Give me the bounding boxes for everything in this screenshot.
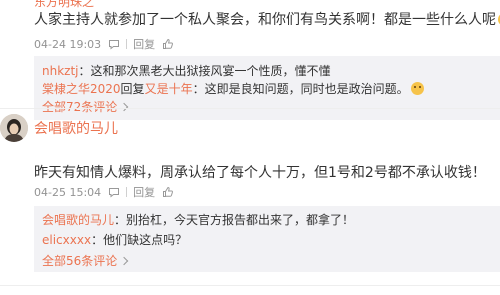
reply-1-1: nhkztj：这和那次黑老大出狱接风宴一个性质，懂不懂 <box>42 63 331 79</box>
chevron-right-icon <box>120 256 129 265</box>
reply-author[interactable]: 会唱歌的马儿 <box>42 213 114 227</box>
comment-1-body: 人家主持人就参加了一个私人聚会，和你们有鸟关系啊！都是一些什么人呢 <box>34 12 496 28</box>
avatar-image <box>0 114 28 142</box>
reply-2-1: 会唱歌的马儿：别抬杠，今天官方报告都出来了，都拿了！ <box>42 212 354 228</box>
comment-divider <box>0 108 500 109</box>
comment-1-author[interactable]: 东方明珠之 <box>34 0 94 10</box>
comment-1-reply-button[interactable]: 回复 <box>133 36 155 52</box>
comment-2-meta: 04-25 15:04 回复 <box>34 184 174 200</box>
smile-emoji-icon <box>410 82 424 95</box>
meta-separator <box>126 39 128 49</box>
comment-1-time: 04-24 19:03 <box>34 37 102 51</box>
reply-text: 这即是良知问题，同时也是政治问题。 <box>204 82 409 96</box>
reply-author[interactable]: elicxxxx <box>42 233 91 247</box>
reply-separator: ： <box>114 213 127 227</box>
comment-2-more-replies[interactable]: 全部56条评论 <box>42 252 129 269</box>
reply-separator: ： <box>91 233 104 247</box>
reply-2-2: elicxxxx：他们缺这点吗？ <box>42 232 187 248</box>
thumbs-up-icon[interactable] <box>162 186 174 198</box>
speech-bubble-icon[interactable] <box>108 186 120 198</box>
reply-word: 回复 <box>120 82 145 96</box>
comment-2-text: 昨天有知情人爆料，周承认给了每个人十万，但1号和2号都不承认收钱！ <box>34 165 486 181</box>
comment-1-more-replies[interactable]: 全部72条评论 <box>42 98 129 115</box>
reply-author[interactable]: 棠棣之华2020 <box>42 82 121 96</box>
reply-1-2: 棠棣之华2020回复又是十年：这即是良知问题，同时也是政治问题。 <box>42 81 424 97</box>
comment-2-reply-button[interactable]: 回复 <box>133 184 155 200</box>
comment-1-text: 人家主持人就参加了一个私人聚会，和你们有鸟关系啊！都是一些什么人呢 <box>34 11 500 29</box>
reply-target[interactable]: 又是十年 <box>145 82 193 96</box>
reply-separator: ： <box>192 82 205 96</box>
comment-1-meta: 04-24 19:03 回复 <box>34 36 174 52</box>
reply-author[interactable]: nhkztj <box>42 64 79 78</box>
speech-bubble-icon[interactable] <box>108 38 120 50</box>
meta-separator <box>126 187 128 197</box>
more-replies-label: 全部56条评论 <box>42 254 118 268</box>
comment-2-author[interactable]: 会唱歌的马儿 <box>34 118 118 138</box>
reply-separator: ： <box>78 64 91 78</box>
reply-text: 别抬杠，今天官方报告都出来了，都拿了！ <box>126 213 355 227</box>
reply-text: 他们缺这点吗？ <box>103 233 188 247</box>
thumbs-up-icon[interactable] <box>162 38 174 50</box>
comment-divider <box>0 285 500 286</box>
reply-text: 这和那次黑老大出狱接风宴一个性质，懂不懂 <box>90 64 331 78</box>
comment-2-time: 04-25 15:04 <box>34 185 102 199</box>
avatar[interactable] <box>0 114 28 142</box>
more-replies-label: 全部72条评论 <box>42 100 118 114</box>
chevron-right-icon <box>120 102 129 111</box>
